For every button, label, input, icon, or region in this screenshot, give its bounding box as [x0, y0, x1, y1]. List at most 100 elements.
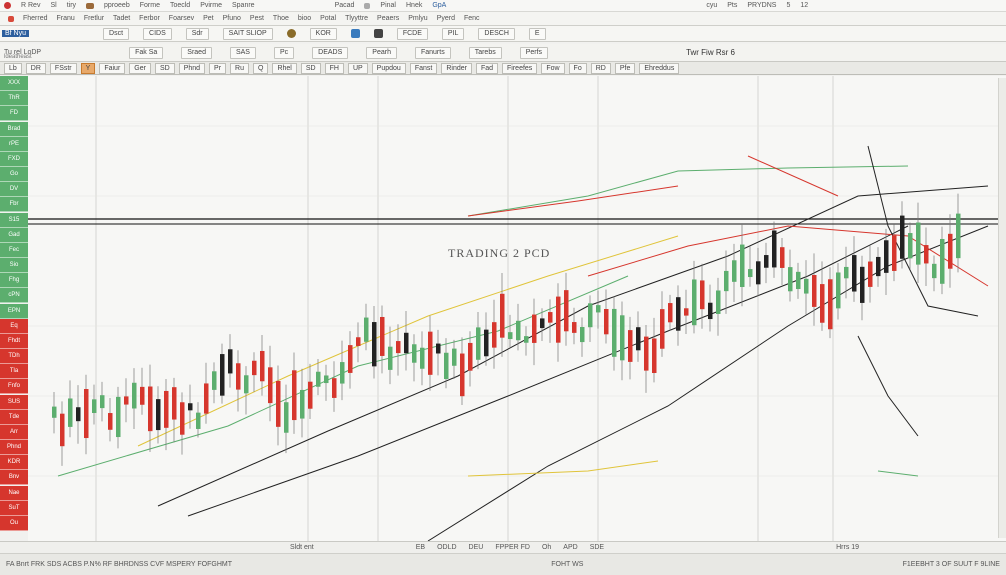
watchlist-item-red[interactable]: Tla: [0, 364, 28, 380]
title-right-4[interactable]: PRYDNS: [747, 2, 776, 9]
watchlist-item-green[interactable]: Fec: [0, 242, 28, 258]
title-item-6[interactable]: Toecld: [170, 2, 190, 9]
watchlist-item-red[interactable]: SuT: [0, 500, 28, 516]
menu-app-icon[interactable]: [8, 15, 14, 22]
menu-item-1[interactable]: Fherred: [23, 15, 48, 22]
title-item-1[interactable]: R Rev: [21, 2, 40, 9]
watchlist-item-red[interactable]: Nae: [0, 485, 28, 501]
title-right-2[interactable]: cyu: [706, 2, 717, 9]
menu-item-16[interactable]: Pyerd: [437, 15, 455, 22]
toolbar1-button-9[interactable]: E: [528, 27, 546, 40]
tf-button-17[interactable]: Fanst: [409, 62, 438, 74]
watchlist-item-green[interactable]: Gad: [0, 227, 28, 243]
watchlist-item-red[interactable]: Tde: [0, 409, 28, 425]
menu-item-15[interactable]: Pmlyu: [408, 15, 427, 22]
toolbar2-button-6[interactable]: Pearh: [366, 46, 397, 59]
tf-button-14[interactable]: FH: [324, 62, 344, 74]
menu-item-13[interactable]: Tlyyttre: [345, 15, 368, 22]
title-right-6[interactable]: 12: [800, 2, 808, 9]
record-icon[interactable]: [286, 29, 296, 38]
tf-button-7[interactable]: SD: [154, 62, 175, 74]
watchlist-item-green[interactable]: Sio: [0, 258, 28, 274]
watchlist-item-red[interactable]: Arr: [0, 424, 28, 440]
price-chart[interactable]: [28, 76, 1006, 541]
title-item-8[interactable]: Spanre: [232, 2, 255, 9]
menu-item-17[interactable]: Fenc: [464, 15, 480, 22]
title-item-7[interactable]: Pvirme: [200, 2, 222, 9]
menu-item-2[interactable]: Franu: [57, 15, 75, 22]
title-right-3[interactable]: Pts: [727, 2, 737, 9]
watchlist-item-green[interactable]: Brad: [0, 121, 28, 137]
toolbar1-left-label[interactable]: Bf Nyu: [2, 30, 30, 37]
toolbar2-button-2[interactable]: Sraed: [181, 46, 212, 59]
toolbar2-button-4[interactable]: Pc: [273, 46, 295, 59]
watchlist-item-red[interactable]: Eq: [0, 318, 28, 334]
toolbar2-button-1[interactable]: Fak Sa: [129, 46, 164, 59]
toolbar1-button-7[interactable]: PIL: [441, 27, 465, 40]
menu-item-10[interactable]: Thoe: [273, 15, 289, 22]
watchlist-item-green[interactable]: ThR: [0, 91, 28, 107]
tf-button-6[interactable]: Ger: [129, 62, 151, 74]
toolbar1-button-5[interactable]: KOR: [309, 27, 337, 40]
indicator-icon[interactable]: [373, 29, 383, 38]
watchlist-item-green[interactable]: XXX: [0, 76, 28, 92]
tf-button-15[interactable]: UP: [347, 62, 368, 74]
watchlist-item-red[interactable]: Phnd: [0, 440, 28, 456]
tf-button-8[interactable]: Phnd: [178, 62, 206, 74]
tf-button-10[interactable]: Ru: [230, 62, 249, 74]
watchlist-item-green[interactable]: EPN: [0, 303, 28, 319]
toolbar2-button-7[interactable]: Fanurts: [414, 46, 451, 59]
chart-scrollbar[interactable]: [998, 78, 1006, 538]
tf-button-23[interactable]: RD: [590, 62, 611, 74]
watchlist-item-green[interactable]: FD: [0, 106, 28, 122]
toolbar1-button-6[interactable]: FCDE: [396, 27, 428, 40]
menu-item-11[interactable]: bioo: [298, 15, 311, 22]
toolbar1-button-4[interactable]: SAIT SLIOP: [222, 27, 273, 40]
home-icon[interactable]: [86, 2, 95, 9]
toolbar2-button-5[interactable]: DEADS: [312, 46, 349, 59]
watchlist-item-red[interactable]: KDR: [0, 455, 28, 471]
watchlist-item-green[interactable]: Fhg: [0, 273, 28, 289]
menu-item-8[interactable]: Pfuno: [223, 15, 241, 22]
watchlist-item-red[interactable]: SUS: [0, 394, 28, 410]
watchlist-item-green[interactable]: Go: [0, 167, 28, 183]
tf-button-1[interactable]: Lb: [4, 62, 22, 74]
toolbar1-button-3[interactable]: Sdr: [185, 27, 209, 40]
menu-item-14[interactable]: Peaers: [377, 15, 399, 22]
watchlist-item-green[interactable]: cPN: [0, 288, 28, 304]
title-item-11[interactable]: Hnek: [406, 2, 422, 9]
watchlist-item-green[interactable]: rPE: [0, 136, 28, 152]
title-right-1[interactable]: GpA: [432, 2, 446, 9]
chart-area[interactable]: TRADING 2 PCD: [28, 76, 1006, 541]
watchlist-item-red[interactable]: Ou: [0, 515, 28, 531]
tf-button-19[interactable]: Fad: [475, 62, 499, 74]
tf-button-20[interactable]: Fireefes: [502, 62, 538, 74]
menu-item-9[interactable]: Pest: [250, 15, 264, 22]
title-item-10[interactable]: Pinal: [380, 2, 396, 9]
title-item-2[interactable]: Sl: [50, 2, 56, 9]
menu-item-7[interactable]: Pet: [203, 15, 214, 22]
title-item-4[interactable]: pproeeb: [104, 2, 130, 9]
title-item-9[interactable]: Pacad: [335, 2, 355, 9]
watchlist-item-green[interactable]: S15: [0, 212, 28, 228]
title-item-3[interactable]: tiry: [67, 2, 76, 9]
toolbar2-button-8[interactable]: Tarebs: [468, 46, 502, 59]
menu-item-4[interactable]: Tadet: [113, 15, 130, 22]
menu-item-3[interactable]: Fretlur: [84, 15, 104, 22]
title-right-5[interactable]: 5: [786, 2, 790, 9]
menu-item-12[interactable]: Potal: [320, 15, 336, 22]
menu-item-5[interactable]: Ferbor: [139, 15, 160, 22]
toolbar2-button-3[interactable]: SAS: [229, 46, 256, 59]
tf-button-3[interactable]: FSstr: [49, 62, 77, 74]
watchlist-item-green[interactable]: Fbr: [0, 197, 28, 213]
watchlist-item-red[interactable]: Fnfo: [0, 379, 28, 395]
toolbar1-button-1[interactable]: Dsct: [103, 27, 130, 40]
toolbar1-button-2[interactable]: CIDS: [143, 27, 172, 40]
tf-button-25[interactable]: Ehreddus: [639, 62, 680, 74]
tf-button-13[interactable]: SD: [300, 62, 321, 74]
watchlist-item-red[interactable]: Bnv: [0, 470, 28, 486]
watchlist-item-green[interactable]: DV: [0, 182, 28, 198]
tf-button-18[interactable]: Rinder: [441, 62, 472, 74]
watchlist-item-red[interactable]: TDh: [0, 349, 28, 365]
toolbar1-button-8[interactable]: DESCH: [478, 27, 515, 40]
